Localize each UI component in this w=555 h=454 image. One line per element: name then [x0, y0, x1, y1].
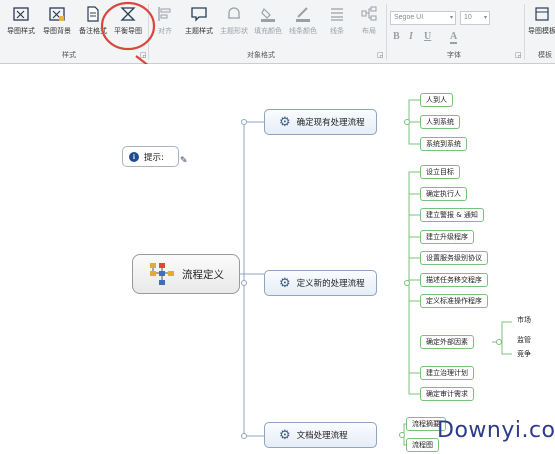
gear-icon: ⚙	[279, 114, 291, 130]
subtopic[interactable]: 系统到系统	[420, 137, 467, 151]
topic-style-icon	[191, 7, 207, 22]
chevron-down-icon: ▾	[483, 15, 487, 21]
edit-note-icon[interactable]: ✎	[180, 156, 188, 166]
group-label-font: 字体	[447, 51, 461, 59]
subtopic[interactable]: 设立目标	[420, 165, 460, 179]
chevron-down-icon: ▾	[449, 15, 453, 21]
ribbon-toolbar: 导图样式 导图背景 备注格式 平衡导图 样式 ◲ 对齐 主题样式 主题形状 填充…	[0, 0, 555, 64]
font-color-button[interactable]: A	[450, 31, 458, 44]
object-format-launcher[interactable]: ◲	[377, 51, 384, 59]
bold-button[interactable]: B	[393, 31, 400, 42]
font-size-select[interactable]: 10 ▾	[460, 11, 490, 25]
subtopic[interactable]: 设置服务级别协议	[420, 251, 488, 265]
subtopic[interactable]: 市场	[517, 315, 531, 325]
style-group-launcher[interactable]: ◲	[140, 51, 147, 59]
italic-button[interactable]: I	[409, 31, 413, 42]
topic-shape-icon	[228, 7, 240, 19]
map-style-icon	[13, 7, 29, 21]
collapse-toggle[interactable]	[241, 280, 247, 286]
divider	[524, 4, 525, 60]
subtopic[interactable]: 确定审计需求	[420, 387, 474, 401]
subtopic[interactable]: 定义标准操作程序	[420, 294, 488, 308]
info-icon: i	[129, 151, 139, 162]
gear-icon: ⚙	[279, 275, 291, 291]
underline-button[interactable]: U	[424, 31, 431, 42]
map-background-button[interactable]: 导图背景	[40, 3, 74, 45]
group-label-object-format: 对象格式	[247, 51, 275, 59]
map-template-button[interactable]: 导图模板	[526, 3, 555, 45]
align-button[interactable]: 对齐	[150, 3, 180, 45]
balance-map-button[interactable]: 平衡导图	[111, 3, 145, 45]
subtopic[interactable]: 描述任务移交程序	[420, 273, 488, 287]
balance-map-icon	[120, 7, 136, 21]
process-icon	[150, 263, 174, 285]
collapse-toggle[interactable]	[241, 433, 247, 439]
hint-topic[interactable]: i 提示:	[122, 146, 179, 167]
subtopic[interactable]: 流程图	[406, 438, 439, 452]
note-format-button[interactable]: 备注格式	[76, 3, 110, 45]
divider	[386, 4, 387, 60]
map-style-button[interactable]: 导图样式	[4, 3, 38, 45]
fill-color-button[interactable]: 填充颜色	[252, 3, 284, 45]
group-label-style: 样式	[62, 51, 76, 59]
mindmap-canvas[interactable]: i 提示: ✎ 流程定义 ⚙ 确定现有处理流程 ⚙ 定义新的处理流程 ⚙ 文档处…	[0, 64, 555, 454]
fill-color-icon	[261, 7, 275, 22]
map-template-icon	[535, 7, 549, 21]
collapse-toggle[interactable]	[404, 280, 410, 286]
subtopic[interactable]: 建立升级程序	[420, 230, 474, 244]
collapse-toggle[interactable]	[496, 339, 502, 345]
layout-button[interactable]: 布局	[354, 3, 384, 45]
topic-style-button[interactable]: 主题样式	[182, 3, 216, 45]
subtopic[interactable]: 确定外部因素	[420, 335, 474, 349]
divider	[148, 4, 149, 60]
note-format-icon	[87, 6, 99, 22]
root-topic[interactable]: 流程定义	[132, 254, 240, 294]
subtopic[interactable]: 监管	[517, 335, 531, 345]
collapse-toggle[interactable]	[404, 119, 410, 125]
group-label-template: 模板	[538, 51, 552, 59]
watermark: Downyi.com	[437, 418, 555, 443]
topic-shape-button[interactable]: 主题形状	[218, 3, 250, 45]
collapse-toggle[interactable]	[399, 432, 405, 438]
branch-topic[interactable]: ⚙ 定义新的处理流程	[264, 270, 377, 296]
subtopic[interactable]: 人到系统	[420, 115, 460, 129]
font-group-launcher[interactable]: ◲	[515, 51, 522, 59]
line-color-button[interactable]: 线条颜色	[286, 3, 320, 45]
subtopic[interactable]: 建立警报 & 通知	[420, 208, 484, 222]
line-color-icon	[296, 7, 310, 22]
subtopic[interactable]: 建立治理计划	[420, 366, 474, 380]
align-icon	[158, 7, 171, 21]
font-name-select[interactable]: Segoe UI ▾	[390, 11, 456, 25]
subtopic[interactable]: 竞争	[517, 349, 531, 359]
map-background-icon	[49, 7, 65, 21]
subtopic[interactable]: 人到人	[420, 93, 453, 107]
branch-topic[interactable]: ⚙ 确定现有处理流程	[264, 109, 377, 135]
branch-topic[interactable]: ⚙ 文档处理流程	[264, 422, 377, 448]
subtopic[interactable]: 确定执行人	[420, 187, 467, 201]
lines-button[interactable]: 线条	[322, 3, 352, 45]
lines-icon	[331, 8, 343, 21]
layout-icon	[361, 6, 377, 21]
gear-icon: ⚙	[279, 427, 291, 443]
collapse-toggle[interactable]	[241, 119, 247, 125]
